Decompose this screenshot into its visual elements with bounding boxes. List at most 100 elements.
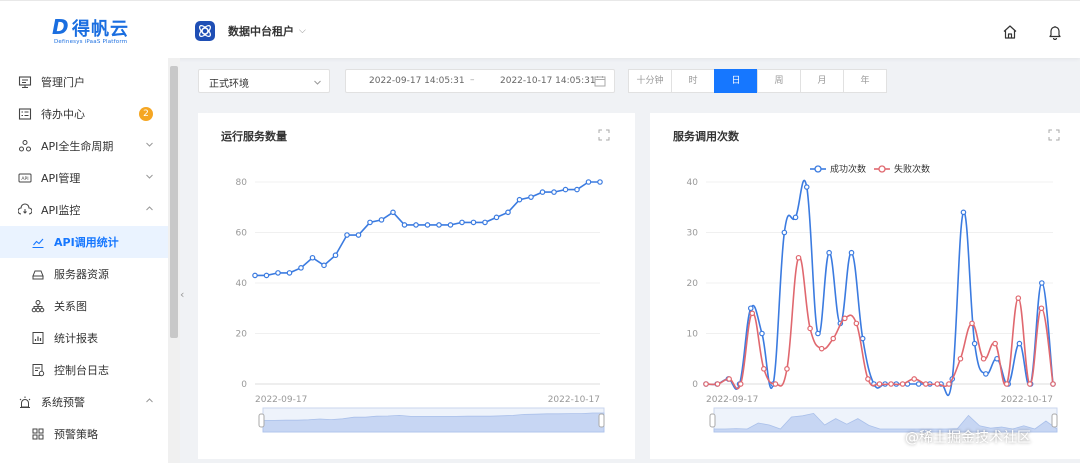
data-point[interactable] bbox=[459, 219, 465, 226]
data-point[interactable] bbox=[378, 217, 385, 223]
data-point[interactable] bbox=[470, 219, 477, 226]
data-point[interactable] bbox=[401, 222, 408, 228]
data-point[interactable] bbox=[888, 381, 894, 387]
data-point[interactable] bbox=[971, 340, 978, 347]
data-point[interactable] bbox=[424, 222, 431, 228]
data-point[interactable] bbox=[807, 325, 813, 332]
granularity-hour[interactable]: 时 bbox=[671, 69, 715, 93]
legend-label[interactable]: 失败次数 bbox=[894, 163, 930, 175]
data-point[interactable] bbox=[321, 262, 327, 269]
data-point[interactable] bbox=[726, 376, 732, 382]
data-point[interactable] bbox=[922, 381, 929, 387]
data-point[interactable] bbox=[585, 179, 592, 185]
data-point[interactable] bbox=[946, 381, 952, 387]
sidebar-item-relation-graph[interactable]: 关系图 bbox=[0, 290, 168, 322]
sidebar-item-system-alert[interactable]: 系统预警 bbox=[0, 386, 168, 418]
data-point[interactable] bbox=[1027, 381, 1033, 387]
data-point[interactable] bbox=[957, 355, 964, 362]
sidebar-collapse-button[interactable]: ‹ bbox=[180, 288, 190, 308]
data-point[interactable] bbox=[911, 376, 918, 382]
zoom-handle-right[interactable] bbox=[1051, 413, 1058, 428]
data-point[interactable] bbox=[367, 219, 373, 226]
data-point[interactable] bbox=[781, 229, 788, 236]
data-point[interactable] bbox=[1050, 381, 1056, 387]
data-point[interactable] bbox=[252, 272, 258, 279]
data-point[interactable] bbox=[818, 345, 825, 352]
data-point[interactable] bbox=[830, 335, 837, 342]
data-point[interactable] bbox=[915, 381, 922, 387]
data-point[interactable] bbox=[826, 249, 832, 256]
data-point[interactable] bbox=[983, 371, 989, 377]
sidebar-item-server-resources[interactable]: 服务器资源 bbox=[0, 258, 168, 290]
data-point[interactable] bbox=[795, 254, 802, 261]
brand-logo[interactable]: D 得帆云 Definesys iPaaS Platform bbox=[52, 13, 148, 49]
data-point[interactable] bbox=[551, 189, 557, 195]
data-point[interactable] bbox=[859, 335, 866, 342]
data-point[interactable] bbox=[992, 340, 998, 347]
data-point[interactable] bbox=[574, 186, 580, 193]
data-point[interactable] bbox=[344, 232, 350, 238]
data-point[interactable] bbox=[848, 249, 855, 256]
data-point[interactable] bbox=[865, 376, 871, 382]
data-point[interactable] bbox=[934, 381, 941, 387]
data-point[interactable] bbox=[390, 209, 396, 216]
sidebar-item-api-lifecycle[interactable]: API全生命周期 bbox=[0, 130, 168, 162]
data-point[interactable] bbox=[803, 184, 810, 190]
data-point[interactable] bbox=[436, 222, 442, 228]
data-point[interactable] bbox=[815, 330, 821, 337]
data-point[interactable] bbox=[597, 179, 603, 185]
data-point[interactable] bbox=[703, 381, 709, 387]
data-point[interactable] bbox=[528, 194, 534, 200]
sidebar-item-portal[interactable]: 管理门户 bbox=[0, 66, 168, 98]
data-point[interactable] bbox=[749, 310, 756, 317]
data-point[interactable] bbox=[792, 214, 799, 221]
data-point[interactable] bbox=[737, 381, 744, 387]
data-point[interactable] bbox=[853, 320, 860, 327]
sidebar-item-console-log[interactable]: 控制台日志 bbox=[0, 354, 168, 386]
data-point[interactable] bbox=[1003, 381, 1010, 387]
sidebar-item-api-management[interactable]: API API管理 bbox=[0, 162, 168, 194]
data-point[interactable] bbox=[842, 315, 848, 322]
data-point[interactable] bbox=[263, 272, 270, 279]
zoom-handle-right[interactable] bbox=[598, 413, 605, 428]
data-point[interactable] bbox=[761, 366, 767, 372]
data-point[interactable] bbox=[275, 270, 281, 276]
data-point[interactable] bbox=[1015, 295, 1022, 301]
data-point[interactable] bbox=[876, 381, 883, 387]
data-point[interactable] bbox=[516, 196, 523, 203]
date-range-picker[interactable]: 2022-09-17 14:05:31 – 2022-10-17 14:05:3… bbox=[345, 69, 615, 93]
data-point[interactable] bbox=[747, 305, 754, 312]
granularity-year[interactable]: 年 bbox=[843, 69, 887, 93]
data-point[interactable] bbox=[298, 265, 304, 271]
data-point[interactable] bbox=[1038, 305, 1045, 312]
sidebar-item-api-call-stats[interactable]: API调用统计 bbox=[0, 226, 168, 258]
data-point[interactable] bbox=[332, 252, 339, 259]
zoom-handle-left[interactable] bbox=[709, 413, 716, 428]
bell-icon[interactable] bbox=[1047, 24, 1063, 40]
data-point[interactable] bbox=[539, 189, 546, 195]
data-point[interactable] bbox=[784, 366, 790, 372]
data-point[interactable] bbox=[482, 219, 488, 226]
sidebar-item-todo[interactable]: 待办中心 2 bbox=[0, 98, 168, 130]
data-point[interactable] bbox=[759, 330, 765, 337]
data-point[interactable] bbox=[772, 381, 779, 387]
data-point[interactable] bbox=[960, 209, 967, 216]
data-point[interactable] bbox=[980, 355, 987, 362]
granularity-day[interactable]: 日 bbox=[714, 69, 758, 93]
data-point[interactable] bbox=[899, 381, 906, 387]
data-point[interactable] bbox=[714, 381, 721, 387]
sidebar-item-api-monitor[interactable]: API监控 bbox=[0, 194, 168, 226]
sidebar-item-stat-report[interactable]: 统计报表 bbox=[0, 322, 168, 354]
granularity-ten-minutes[interactable]: 十分钟 bbox=[628, 69, 672, 93]
granularity-week[interactable]: 周 bbox=[757, 69, 801, 93]
data-point[interactable] bbox=[1016, 340, 1023, 347]
home-icon[interactable] bbox=[1002, 24, 1018, 40]
data-point[interactable] bbox=[969, 320, 975, 327]
sidebar-item-alert-strategy[interactable]: 预警策略 bbox=[0, 418, 168, 450]
data-point[interactable] bbox=[286, 270, 293, 276]
data-point[interactable] bbox=[413, 222, 419, 228]
data-point[interactable] bbox=[505, 209, 511, 216]
data-point[interactable] bbox=[447, 222, 454, 228]
environment-select[interactable]: 正式环境 bbox=[198, 69, 330, 93]
sidebar-scroll-thumb[interactable] bbox=[170, 66, 178, 338]
